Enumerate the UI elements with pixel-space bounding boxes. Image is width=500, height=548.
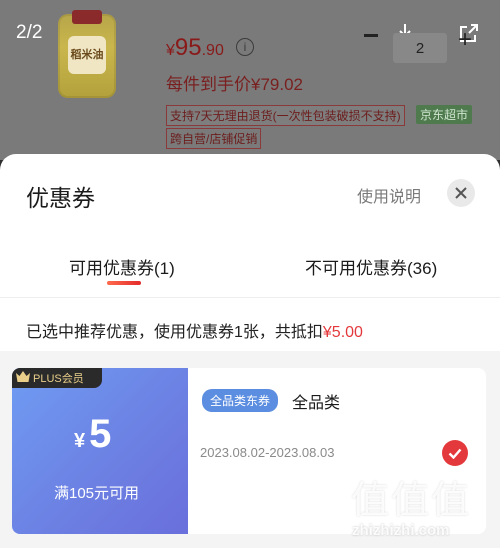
usage-instructions-link[interactable]: 使用说明 xyxy=(357,183,421,207)
summary-text: 已选中推荐优惠，使用优惠券1张，共抵扣 xyxy=(26,324,323,341)
tab-available-coupons[interactable]: 可用优惠券(1) xyxy=(69,254,175,279)
product-backdrop: 2/2 稻米油 ¥95.90 i 每件到手价¥79.02 支持7天无理由退货(一… xyxy=(0,0,500,160)
image-counter: 2/2 xyxy=(16,22,43,43)
coupon-select-checkbox[interactable] xyxy=(442,440,468,466)
coupon-amount: ¥5 xyxy=(74,412,111,457)
coupon-scope: 全品类 xyxy=(292,395,341,412)
plus-member-badge: PLUS会员 xyxy=(12,368,102,388)
price-decimal: .90 xyxy=(201,42,224,59)
promotion-tag: 跨自营/店铺促销 xyxy=(166,128,262,149)
coupon-validity: 2023.08.02-2023.08.03 xyxy=(200,445,335,460)
coupon-edge xyxy=(12,368,18,534)
coupon-type-badge: 全品类东券 xyxy=(202,389,279,412)
price-currency: ¥ xyxy=(166,42,175,59)
tab-divider xyxy=(0,297,500,298)
thumbnail-label: 稻米油 xyxy=(68,36,106,74)
sheet-title: 优惠券 xyxy=(26,185,95,211)
product-thumbnail[interactable]: 稻米油 xyxy=(58,10,116,98)
info-icon[interactable]: i xyxy=(236,38,254,56)
return-policy-tag: 支持7天无理由退货(一次性包装破损不支持) xyxy=(166,105,405,126)
watermark-logo: 值值值 xyxy=(351,478,472,522)
selection-summary: 已选中推荐优惠，使用优惠券1张，共抵扣¥5.00 xyxy=(26,318,363,342)
summary-amount: ¥5.00 xyxy=(322,324,363,341)
watermark-domain: zhizhizhi.com xyxy=(352,522,450,539)
price-integer: 95 xyxy=(174,34,202,61)
final-price: 每件到手价¥79.02 xyxy=(166,75,303,94)
tab-unavailable-coupons[interactable]: 不可用优惠券(36) xyxy=(305,254,437,279)
coupon-currency: ¥ xyxy=(74,430,86,452)
coupon-value: 5 xyxy=(89,412,112,456)
product-price: ¥95.90 xyxy=(166,34,224,62)
plus-badge-label: PLUS会员 xyxy=(33,373,84,385)
coupon-value-panel: PLUS会员 ¥5 满105元可用 xyxy=(12,368,188,534)
crown-icon xyxy=(16,371,30,385)
close-icon xyxy=(455,187,467,199)
bottle-cap xyxy=(72,10,102,24)
active-tab-indicator xyxy=(107,281,141,285)
quantity-decrease-button[interactable] xyxy=(364,34,378,37)
jd-supermarket-tag: 京东超市 xyxy=(416,105,473,124)
check-icon xyxy=(448,448,462,459)
close-button[interactable] xyxy=(447,179,475,207)
quantity-input[interactable]: 2 xyxy=(393,33,447,63)
coupon-condition: 满105元可用 xyxy=(54,485,140,502)
